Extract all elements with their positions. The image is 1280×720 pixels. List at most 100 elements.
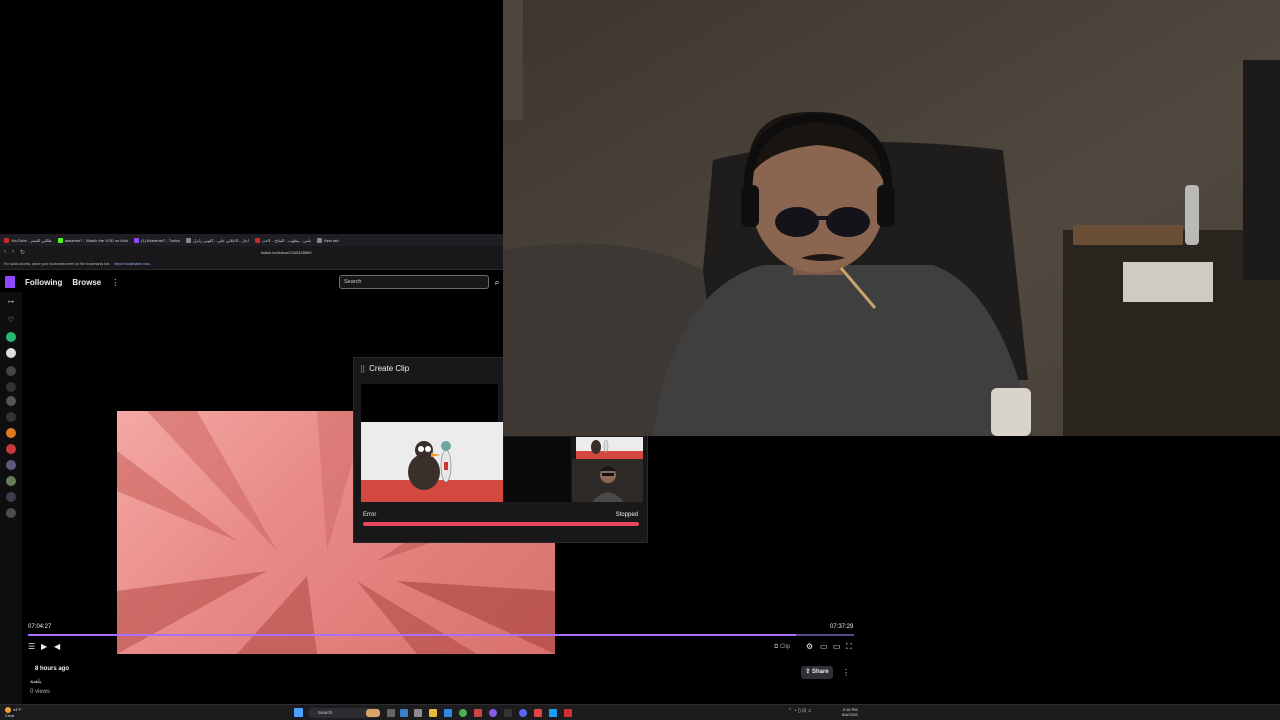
seek-bar-fill xyxy=(28,634,797,636)
share-button[interactable]: ⇪ Share xyxy=(801,666,833,679)
back-icon[interactable]: ‹ xyxy=(4,249,6,255)
collapse-icon[interactable]: ↦ xyxy=(6,298,16,308)
clip-button[interactable]: ⧉ Clip xyxy=(774,641,790,653)
seek-bar[interactable] xyxy=(28,634,854,636)
browser-tab[interactable]: اجار - الاعلاني على... كلوني رابرل xyxy=(186,237,249,243)
browser-tab[interactable]: New tab xyxy=(316,237,339,243)
chrome-icon[interactable] xyxy=(459,709,467,717)
webcam-feed xyxy=(503,0,1280,436)
nav-following[interactable]: Following xyxy=(25,278,62,287)
channel-avatar[interactable] xyxy=(6,476,16,486)
browser-tab-bar: YouTube - طالبي الشعر abearme7 - Watch t… xyxy=(0,234,503,246)
fullscreen-icon[interactable]: ⛶ xyxy=(846,641,852,653)
channel-avatar[interactable] xyxy=(6,366,16,376)
clip-webcam-thumbnail[interactable] xyxy=(572,459,643,502)
browser-tab[interactable]: (1) Abearme7 - Twitch xyxy=(134,237,180,243)
channel-avatar[interactable] xyxy=(6,460,16,470)
clock-date: 8/8/2026 xyxy=(842,712,858,717)
settings-icon[interactable]: ⚙ xyxy=(806,641,813,653)
clip-preview-top xyxy=(361,384,498,422)
video-age: 8 hours ago xyxy=(35,666,70,672)
clip-thumbnail[interactable] xyxy=(361,422,503,502)
channel-avatar[interactable] xyxy=(6,332,16,342)
webcam-scene-graphic xyxy=(503,0,1280,436)
total-time: 07:37:29 xyxy=(830,624,854,630)
tab-label: abearme7 - Watch the VOD on Kick xyxy=(64,237,129,243)
app-icon[interactable] xyxy=(534,709,542,717)
chapters-icon[interactable]: ☰ xyxy=(28,641,35,653)
app-icon[interactable] xyxy=(549,709,557,717)
channel-avatar[interactable] xyxy=(6,508,16,518)
clip-status-stopped: Stopped xyxy=(615,512,638,518)
bird-characters-icon xyxy=(408,441,452,490)
volume-icon[interactable]: ◀ xyxy=(54,641,60,653)
system-tray[interactable]: ⌃ ◔ ▯ ⊡ ♫ xyxy=(788,708,811,714)
tab-label: اجار - الاعلاني على... كلوني رابرل xyxy=(193,237,249,243)
clip-thumbnail-dark xyxy=(504,437,571,502)
weather-desc: Clear xyxy=(5,713,15,718)
video-title: يلعنة xyxy=(30,679,42,685)
bookmarks-bar: For quick access, place your bookmarks h… xyxy=(0,258,503,270)
person-thumbnail-icon xyxy=(572,459,643,502)
browser-tab[interactable]: YouTube - طالبي الشعر xyxy=(4,237,52,243)
taskbar-clock[interactable]: 3:18 PM 8/8/2026 xyxy=(842,707,858,717)
channel-avatar[interactable] xyxy=(6,396,16,406)
app-icon[interactable] xyxy=(564,709,572,717)
clip-label: Clip xyxy=(779,644,791,650)
more-options-icon[interactable]: ⋮ xyxy=(842,666,850,679)
clip-thumbnail-small[interactable] xyxy=(576,437,643,459)
tab-label: يامي - بيطوب - المتاح... لاحب xyxy=(261,237,311,243)
import-bookmarks-link[interactable]: Import bookmarks now... xyxy=(114,262,152,266)
clip-window-title: Create Clip xyxy=(369,364,410,373)
tab-favicon xyxy=(316,237,322,243)
share-label: Share xyxy=(812,669,829,675)
theatre-icon[interactable]: ▭ xyxy=(833,641,841,653)
widgets-icon[interactable] xyxy=(366,709,380,717)
weather-widget[interactable]: 44°F Clear xyxy=(5,707,22,718)
more-menu-icon[interactable]: ⋮ xyxy=(111,278,119,287)
app-icon[interactable] xyxy=(400,709,408,717)
app-icon[interactable] xyxy=(444,709,452,717)
tab-label: YouTube - طالبي الشعر xyxy=(11,237,52,243)
tab-label: New tab xyxy=(323,237,339,243)
play-icon[interactable]: ▶ xyxy=(41,641,47,653)
reload-icon[interactable]: ↻ xyxy=(20,249,25,256)
app-icon[interactable] xyxy=(489,709,497,717)
view-count: 0 views xyxy=(30,689,51,695)
drag-handle-icon[interactable]: ⣿ xyxy=(360,365,365,373)
channel-avatar[interactable] xyxy=(6,492,16,502)
browser-tab[interactable]: يامي - بيطوب - المتاح... لاحب xyxy=(254,237,311,243)
url-field[interactable]: twitch.tv/videos/2340328963 xyxy=(261,250,311,255)
current-time: 07:04:27 xyxy=(28,624,52,630)
clip-status-error: Error xyxy=(363,512,377,518)
search-icon[interactable]: ⌕ xyxy=(491,275,503,289)
channel-avatar[interactable] xyxy=(6,412,16,422)
channel-avatar[interactable] xyxy=(6,444,16,454)
forward-icon[interactable]: › xyxy=(12,249,14,255)
app-icon[interactable] xyxy=(414,709,422,717)
channel-avatar[interactable] xyxy=(6,348,16,358)
player-controls: ☰ ▶ ◀ ⧉ Clip ⚙ ▭ ▭ ⛶ xyxy=(22,641,864,653)
app-icon[interactable] xyxy=(504,709,512,717)
weather-temp: 44°F xyxy=(13,707,22,713)
followed-channels-rail: ↦ ♡ xyxy=(0,292,22,704)
heart-icon[interactable]: ♡ xyxy=(6,316,16,326)
tab-favicon xyxy=(186,237,192,243)
file-explorer-icon[interactable] xyxy=(429,709,437,717)
search-input[interactable]: Search xyxy=(339,275,489,289)
twitch-logo-icon[interactable] xyxy=(5,276,15,288)
bird-characters-icon xyxy=(591,439,609,454)
theatre-mode-icon[interactable]: ▭ xyxy=(820,641,828,653)
clip-window-header[interactable]: ⣿ Create Clip xyxy=(360,364,409,373)
nav-browse[interactable]: Browse xyxy=(72,278,101,287)
tab-favicon xyxy=(4,237,9,243)
tab-favicon xyxy=(134,237,140,243)
desktop: YouTube - طالبي الشعر abearme7 - Watch t… xyxy=(0,0,1280,720)
task-view-icon[interactable] xyxy=(387,709,395,717)
app-icon[interactable] xyxy=(474,709,482,717)
channel-avatar[interactable] xyxy=(6,428,16,438)
channel-avatar[interactable] xyxy=(6,382,16,392)
start-button[interactable] xyxy=(294,708,303,717)
app-icon[interactable] xyxy=(519,709,527,717)
browser-tab[interactable]: abearme7 - Watch the VOD on Kick xyxy=(57,237,129,243)
